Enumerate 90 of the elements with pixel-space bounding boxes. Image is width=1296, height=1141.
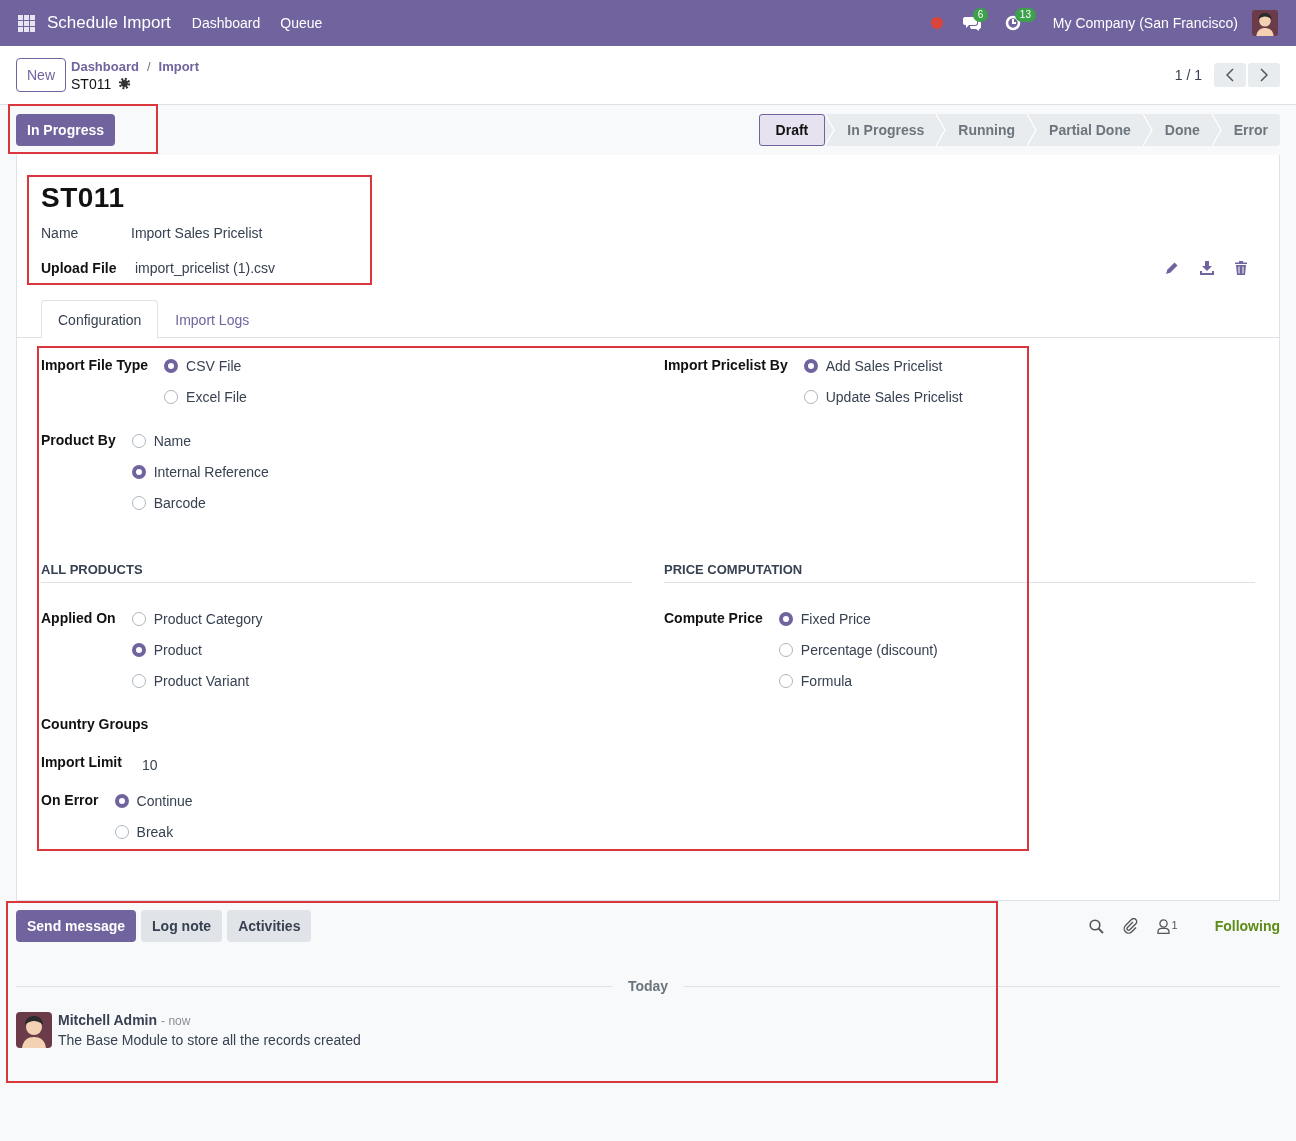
field-label: Name xyxy=(41,224,80,241)
author-avatar xyxy=(16,1012,52,1048)
chevron-left-icon xyxy=(1226,68,1234,82)
paperclip-icon[interactable] xyxy=(1122,918,1138,934)
radio-button[interactable] xyxy=(131,611,146,626)
option-label[interactable]: Add Sales Pricelist xyxy=(825,357,943,374)
breadcrumb-link[interactable]: Dashboard xyxy=(71,58,139,74)
radio-button[interactable] xyxy=(778,673,793,688)
option-label[interactable]: Internal Reference xyxy=(153,463,269,480)
date-separator: Today xyxy=(626,978,670,994)
pager-value: 1 / 1 xyxy=(1174,67,1202,83)
field-label: Compute Price xyxy=(664,609,763,628)
breadcrumb-link[interactable]: Import xyxy=(158,58,199,74)
field-label: Upload File xyxy=(41,259,118,276)
menu-item[interactable]: Queue xyxy=(280,15,323,31)
option-label[interactable]: Product xyxy=(153,641,202,658)
file-name[interactable]: import_pricelist (1).csv xyxy=(135,259,276,276)
radio-button[interactable] xyxy=(778,642,793,657)
chatter-button[interactable]: Log note xyxy=(141,910,223,942)
stage-button[interactable]: Running xyxy=(946,114,1028,146)
option-label[interactable]: Break xyxy=(136,823,174,840)
message-time: - now xyxy=(161,1014,191,1028)
field-label: Import File Type xyxy=(41,356,149,375)
radio-button[interactable] xyxy=(164,358,179,373)
edit-icon[interactable] xyxy=(1165,260,1179,275)
radio-button[interactable] xyxy=(803,389,818,404)
record-name: ST011 xyxy=(71,75,112,92)
record-title: ST011 xyxy=(41,181,126,215)
option-label[interactable]: Product Variant xyxy=(153,672,250,689)
radio-button[interactable] xyxy=(164,389,179,404)
radio-button[interactable] xyxy=(131,642,146,657)
radio-button[interactable] xyxy=(803,358,818,373)
field-value: Import Sales Pricelist xyxy=(131,224,263,241)
user-avatar[interactable] xyxy=(1252,10,1278,36)
field-label: Country Groups xyxy=(41,715,149,734)
radio-button[interactable] xyxy=(778,611,793,626)
delete-icon[interactable] xyxy=(1235,260,1247,275)
stage-button[interactable]: Error xyxy=(1221,114,1280,146)
stage-button[interactable]: In Progress xyxy=(835,114,937,146)
download-icon[interactable] xyxy=(1200,260,1214,275)
field-label: Import Limit xyxy=(41,753,122,772)
menu-item[interactable]: Dashboard xyxy=(191,15,261,31)
chevron-right-icon xyxy=(1260,68,1268,82)
section-heading: ALL PRODUCTS xyxy=(41,562,632,583)
app-title[interactable]: Schedule Import xyxy=(47,13,171,33)
settings-icon[interactable] xyxy=(118,77,132,90)
radio-button[interactable] xyxy=(114,793,129,808)
tab[interactable]: Configuration xyxy=(41,300,159,338)
clock-icon[interactable] xyxy=(1004,15,1021,31)
option-label[interactable]: Formula xyxy=(800,672,853,689)
apps-icon[interactable] xyxy=(18,14,35,32)
field-label: Applied On xyxy=(41,609,116,628)
radio-button[interactable] xyxy=(131,433,146,448)
stage-button[interactable]: Draft xyxy=(758,114,826,146)
option-label[interactable]: Continue xyxy=(136,792,193,809)
company-switcher[interactable]: My Company (San Francisco) xyxy=(1052,15,1238,31)
chatter-button[interactable]: Activities xyxy=(227,910,312,942)
option-label[interactable]: Barcode xyxy=(153,494,206,511)
field-value: 10 xyxy=(141,756,158,772)
chatter-button[interactable]: Send message xyxy=(16,910,137,942)
field-label: Import Pricelist By xyxy=(664,356,788,375)
stage-button[interactable]: Partial Done xyxy=(1037,114,1143,146)
new-button[interactable]: New xyxy=(16,58,66,92)
stage-button[interactable]: Done xyxy=(1152,114,1212,146)
record-dot-icon[interactable] xyxy=(930,17,943,29)
field-label: Product By xyxy=(41,431,116,450)
radio-button[interactable] xyxy=(131,673,146,688)
message-body: The Base Module to store all the records created xyxy=(58,1032,361,1048)
tab[interactable]: Import Logs xyxy=(158,300,267,338)
radio-button[interactable] xyxy=(114,824,129,839)
in-progress-button[interactable]: In Progress xyxy=(16,114,116,146)
count-badge: 6 xyxy=(972,8,989,22)
option-label[interactable]: CSV File xyxy=(186,357,242,374)
option-label[interactable]: Excel File xyxy=(186,388,247,405)
author-name: Mitchell Admin xyxy=(58,1012,158,1028)
user-icon[interactable] xyxy=(1156,918,1170,934)
option-label[interactable]: Fixed Price xyxy=(800,610,871,627)
option-label[interactable]: Name xyxy=(153,432,192,449)
radio-button[interactable] xyxy=(131,464,146,479)
following-button[interactable]: Following xyxy=(1214,918,1280,934)
field-label: On Error xyxy=(41,791,99,810)
option-label[interactable]: Percentage (discount) xyxy=(800,641,938,658)
count-badge: 13 xyxy=(1014,8,1036,22)
follower-count: 1 xyxy=(1171,918,1178,931)
search-icon[interactable] xyxy=(1088,918,1104,934)
option-label[interactable]: Update Sales Pricelist xyxy=(825,388,963,405)
option-label[interactable]: Product Category xyxy=(153,610,263,627)
breadcrumb-separator: / xyxy=(146,58,151,74)
radio-button[interactable] xyxy=(131,495,146,510)
section-heading: PRICE COMPUTATION xyxy=(664,562,1255,583)
